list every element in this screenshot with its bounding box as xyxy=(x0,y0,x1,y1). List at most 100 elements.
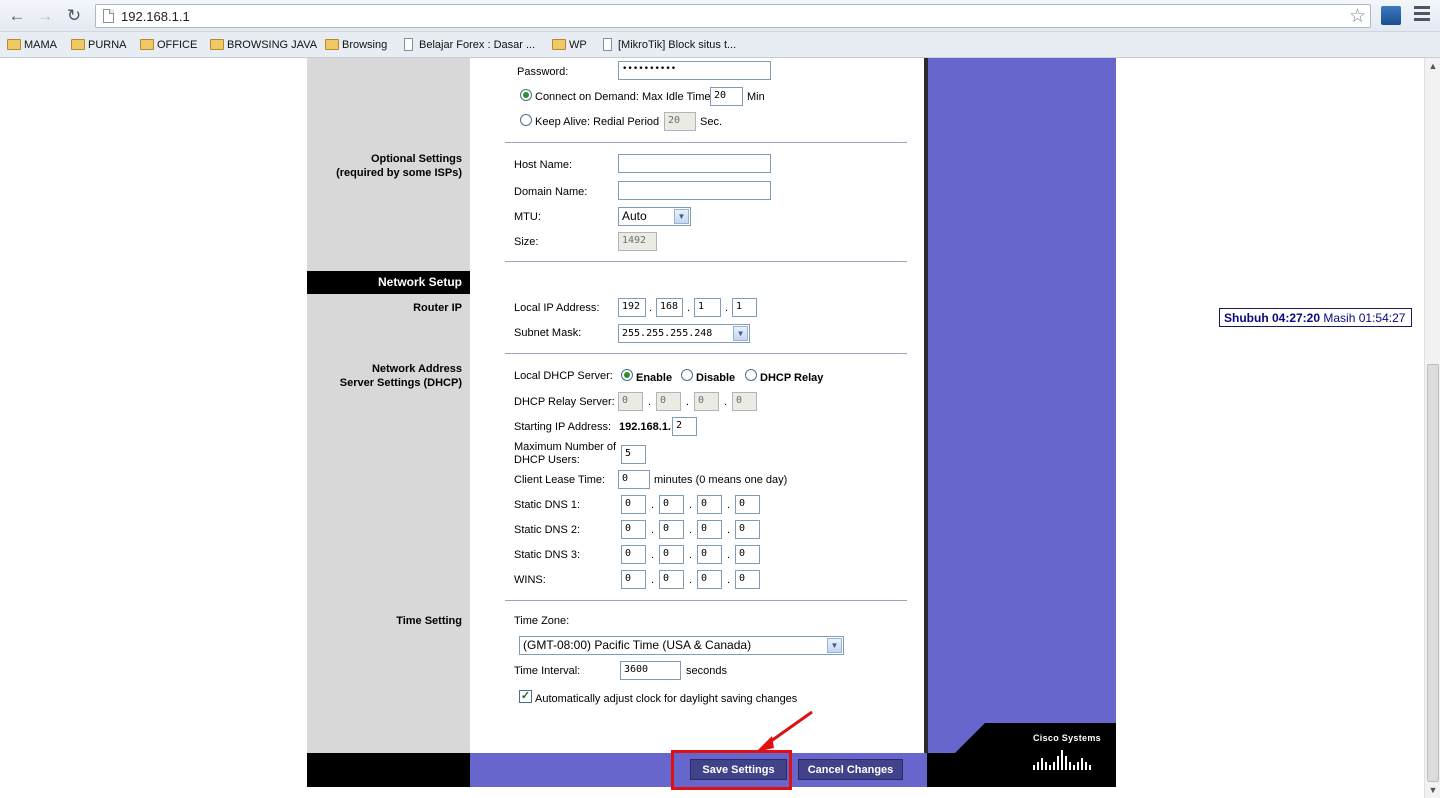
dns2-octet-4[interactable]: 0 xyxy=(735,520,760,539)
relay-ip-octet-2[interactable]: 0 xyxy=(656,392,681,411)
dhcp-section-label: Network Address Server Settings (DHCP) xyxy=(307,362,470,390)
max-idle-unit: Min xyxy=(747,91,765,103)
time-interval-unit: seconds xyxy=(686,665,727,677)
annotation-arrow-icon xyxy=(756,710,813,752)
ip-dot: . xyxy=(725,302,729,314)
scroll-up-icon[interactable]: ▲ xyxy=(1427,60,1439,72)
dns2-octet-3[interactable]: 0 xyxy=(697,520,722,539)
relay-ip-octet-1[interactable]: 0 xyxy=(618,392,643,411)
page-viewport: Password: •••••••••• Connect on Demand: … xyxy=(0,58,1424,798)
dst-label: Automatically adjust clock for daylight … xyxy=(535,693,798,705)
bookmark-folder[interactable]: OFFICE xyxy=(140,37,197,53)
url-text: 192.168.1.1 xyxy=(121,9,190,24)
divider xyxy=(505,142,907,143)
bookmark-folder[interactable]: Browsing xyxy=(325,37,387,53)
ip-dot: . xyxy=(689,524,693,536)
folder-icon xyxy=(71,39,85,50)
bookmark-folder[interactable]: BROWSING JAVA xyxy=(210,37,317,53)
size-label: Size: xyxy=(514,236,539,248)
max-users-input[interactable]: 5 xyxy=(621,445,646,464)
reload-button[interactable]: ↻ xyxy=(63,5,85,27)
local-ip-octet-2[interactable]: 168 xyxy=(656,298,683,317)
menu-icon[interactable] xyxy=(1414,6,1430,24)
dhcp-disable-radio[interactable] xyxy=(681,369,693,381)
local-ip-octet-1[interactable]: 192 xyxy=(618,298,646,317)
scroll-thumb[interactable] xyxy=(1427,364,1439,782)
host-name-input[interactable] xyxy=(618,154,771,173)
dhcp-relay-server-label: DHCP Relay Server: xyxy=(514,396,615,408)
dns2-label: Static DNS 2: xyxy=(514,524,581,536)
max-idle-input[interactable]: 20 xyxy=(710,87,743,106)
mtu-select[interactable]: Auto ▼ xyxy=(618,207,691,226)
dns1-octet-1[interactable]: 0 xyxy=(621,495,646,514)
prayer-time-widget: Shubuh 04:27:20 Masih 01:54:27 xyxy=(1219,308,1412,327)
dns3-octet-2[interactable]: 0 xyxy=(659,545,684,564)
dhcp-enable-radio[interactable] xyxy=(621,369,633,381)
dst-checkbox[interactable]: ✓ xyxy=(519,690,532,703)
bookmark-folder[interactable]: WP xyxy=(552,37,587,53)
password-label: Password: xyxy=(517,66,569,78)
subnet-mask-select[interactable]: 255.255.255.248 ▼ xyxy=(618,324,750,343)
time-interval-input[interactable]: 3600 xyxy=(620,661,681,680)
optional-settings-title: Optional Settings xyxy=(370,153,462,165)
relay-ip-octet-4[interactable]: 0 xyxy=(732,392,757,411)
optional-settings-subtitle: (required by some ISPs) xyxy=(336,167,462,179)
ip-dot: . xyxy=(727,549,731,561)
bookmark-folder[interactable]: MAMA xyxy=(7,37,57,53)
relay-ip-octet-3[interactable]: 0 xyxy=(694,392,719,411)
divider xyxy=(505,353,907,354)
max-users-label: Maximum Number of DHCP Users: xyxy=(514,441,616,467)
local-ip-octet-4[interactable]: 1 xyxy=(732,298,757,317)
bookmark-page[interactable]: Belajar Forex : Dasar ... xyxy=(402,37,535,53)
network-setup-bar: Network Setup xyxy=(307,271,470,294)
local-ip-octet-3[interactable]: 1 xyxy=(694,298,721,317)
dns1-octet-4[interactable]: 0 xyxy=(735,495,760,514)
domain-name-input[interactable] xyxy=(618,181,771,200)
time-zone-label: Time Zone: xyxy=(514,615,570,627)
address-bar[interactable]: 192.168.1.1 ☆ xyxy=(95,4,1371,28)
host-name-label: Host Name: xyxy=(514,159,573,171)
wins-octet-2[interactable]: 0 xyxy=(659,570,684,589)
wins-octet-1[interactable]: 0 xyxy=(621,570,646,589)
dns3-octet-4[interactable]: 0 xyxy=(735,545,760,564)
wins-octet-3[interactable]: 0 xyxy=(697,570,722,589)
ip-dot: . xyxy=(724,396,728,408)
ip-dot: . xyxy=(689,499,693,511)
time-interval-label: Time Interval: xyxy=(514,665,581,677)
time-zone-value: (GMT-08:00) Pacific Time (USA & Canada) xyxy=(523,638,752,652)
password-input[interactable]: •••••••••• xyxy=(618,61,771,80)
ip-dot: . xyxy=(648,396,652,408)
dns1-octet-2[interactable]: 0 xyxy=(659,495,684,514)
lease-time-input[interactable]: 0 xyxy=(618,470,650,489)
dns3-octet-1[interactable]: 0 xyxy=(621,545,646,564)
divider xyxy=(505,261,907,262)
forward-button[interactable]: → xyxy=(34,5,56,27)
optional-settings-label: Optional Settings (required by some ISPs… xyxy=(307,152,470,180)
size-input[interactable]: 1492 xyxy=(618,232,657,251)
bookmark-star-icon[interactable]: ☆ xyxy=(1349,5,1366,28)
max-users-label-line2: DHCP Users: xyxy=(514,454,580,466)
redial-period-input[interactable]: 20 xyxy=(664,112,696,131)
wins-octet-4[interactable]: 0 xyxy=(735,570,760,589)
time-zone-select[interactable]: (GMT-08:00) Pacific Time (USA & Canada) ▼ xyxy=(519,636,844,655)
ip-dot: . xyxy=(687,302,691,314)
cancel-changes-button[interactable]: Cancel Changes xyxy=(798,759,903,780)
bookmark-label: BROWSING JAVA xyxy=(227,39,318,51)
dhcp-relay-radio[interactable] xyxy=(745,369,757,381)
keep-alive-radio[interactable] xyxy=(520,114,532,126)
scroll-down-icon[interactable]: ▼ xyxy=(1427,784,1439,796)
vertical-scrollbar[interactable]: ▲ ▼ xyxy=(1424,58,1440,798)
starting-ip-input[interactable]: 2 xyxy=(672,417,697,436)
bookmark-label: WP xyxy=(569,39,587,51)
back-button[interactable]: ← xyxy=(6,5,28,27)
dns3-octet-3[interactable]: 0 xyxy=(697,545,722,564)
dns2-octet-2[interactable]: 0 xyxy=(659,520,684,539)
mtu-value: Auto xyxy=(622,209,647,223)
bookmark-folder[interactable]: PURNA xyxy=(71,37,127,53)
dns2-octet-1[interactable]: 0 xyxy=(621,520,646,539)
dns1-octet-3[interactable]: 0 xyxy=(697,495,722,514)
extension-chart-icon[interactable] xyxy=(1381,6,1401,25)
bookmark-page[interactable]: [MikroTik] Block situs t... xyxy=(601,37,736,53)
connect-on-demand-radio[interactable] xyxy=(520,89,532,101)
folder-icon xyxy=(140,39,154,50)
